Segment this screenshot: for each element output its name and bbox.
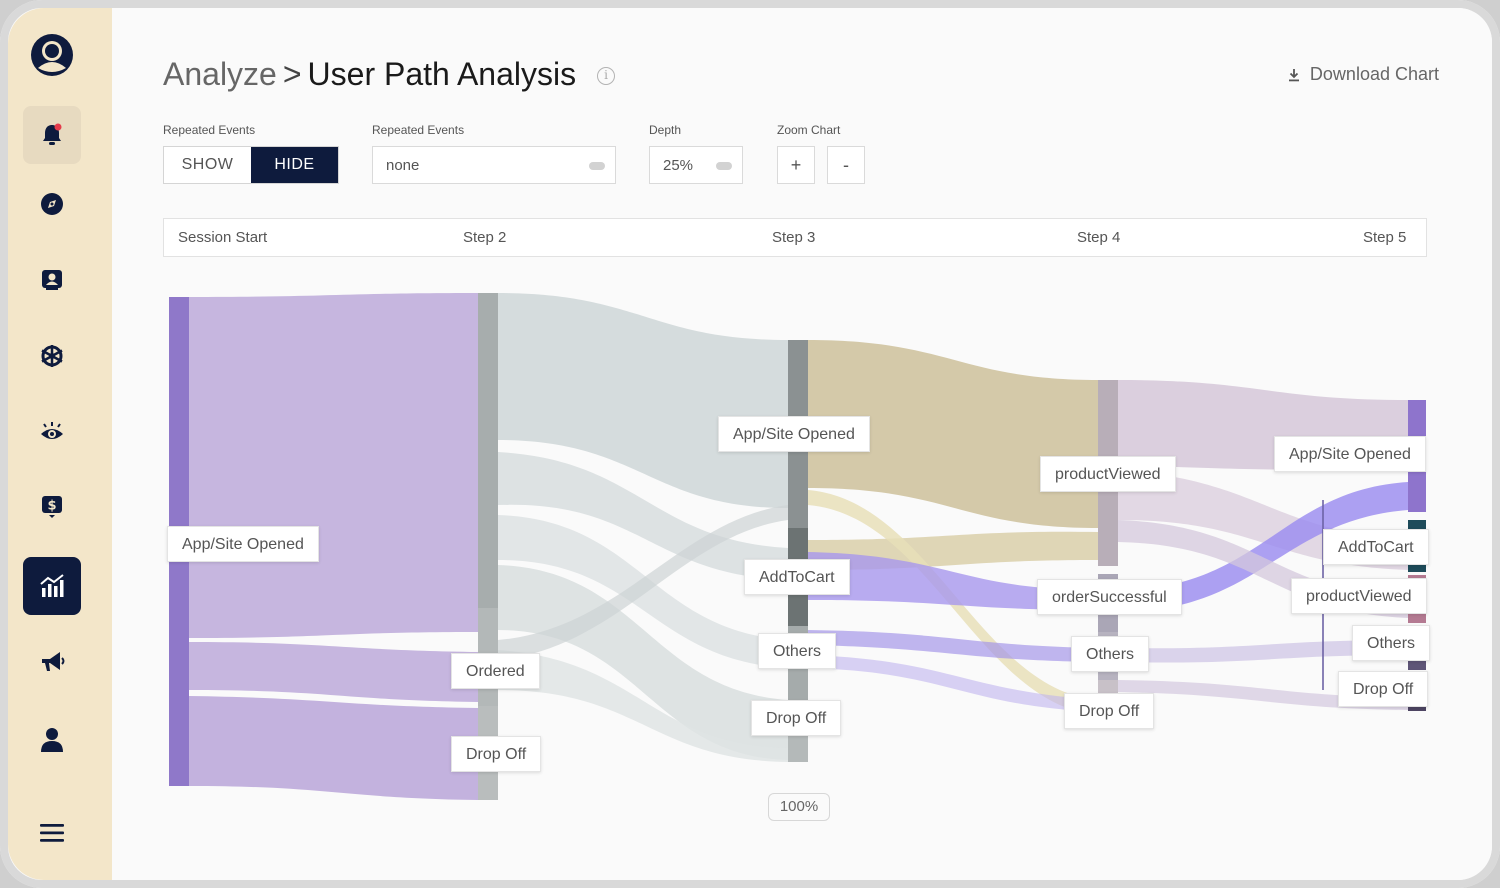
flow-session-to-dropoff — [189, 696, 478, 800]
node-label-step3-addtocart[interactable]: AddToCart — [744, 559, 850, 595]
zoom-percent-badge: 100% — [768, 793, 830, 821]
node-label-step5-productviewed[interactable]: productViewed — [1291, 578, 1427, 614]
node-label-session-app-opened[interactable]: App/Site Opened — [167, 526, 319, 562]
node-label-step3-dropoff[interactable]: Drop Off — [751, 700, 842, 736]
node-bar-step2-app — [478, 293, 498, 608]
node-label-step2-dropoff[interactable]: Drop Off — [451, 736, 542, 772]
flow-session-to-ordered — [189, 642, 478, 702]
node-label-step5-others[interactable]: Others — [1352, 625, 1431, 661]
flow-step3-to-dropoff-lilac — [808, 655, 1098, 712]
node-label-step3-app-opened[interactable]: App/Site Opened — [718, 416, 870, 452]
node-label-step3-others[interactable]: Others — [758, 633, 837, 669]
node-label-step5-dropoff[interactable]: Drop Off — [1338, 671, 1429, 707]
app-frame: $ Analyze > User Path Analysis i Downloa… — [0, 0, 1500, 888]
node-label-step4-ordersuccessful[interactable]: orderSuccessful — [1037, 579, 1182, 615]
node-label-ordered[interactable]: Ordered — [451, 653, 540, 689]
flow-session-to-step2-app — [189, 293, 478, 638]
node-label-step4-others[interactable]: Others — [1071, 636, 1150, 672]
node-label-step4-productviewed[interactable]: productViewed — [1040, 456, 1176, 492]
node-label-step4-dropoff[interactable]: Drop Off — [1064, 693, 1155, 729]
flow-step3-others-to-step4-others — [808, 630, 1098, 662]
node-label-step5-app-opened[interactable]: App/Site Opened — [1274, 436, 1426, 472]
node-label-step5-addtocart[interactable]: AddToCart — [1323, 529, 1429, 565]
